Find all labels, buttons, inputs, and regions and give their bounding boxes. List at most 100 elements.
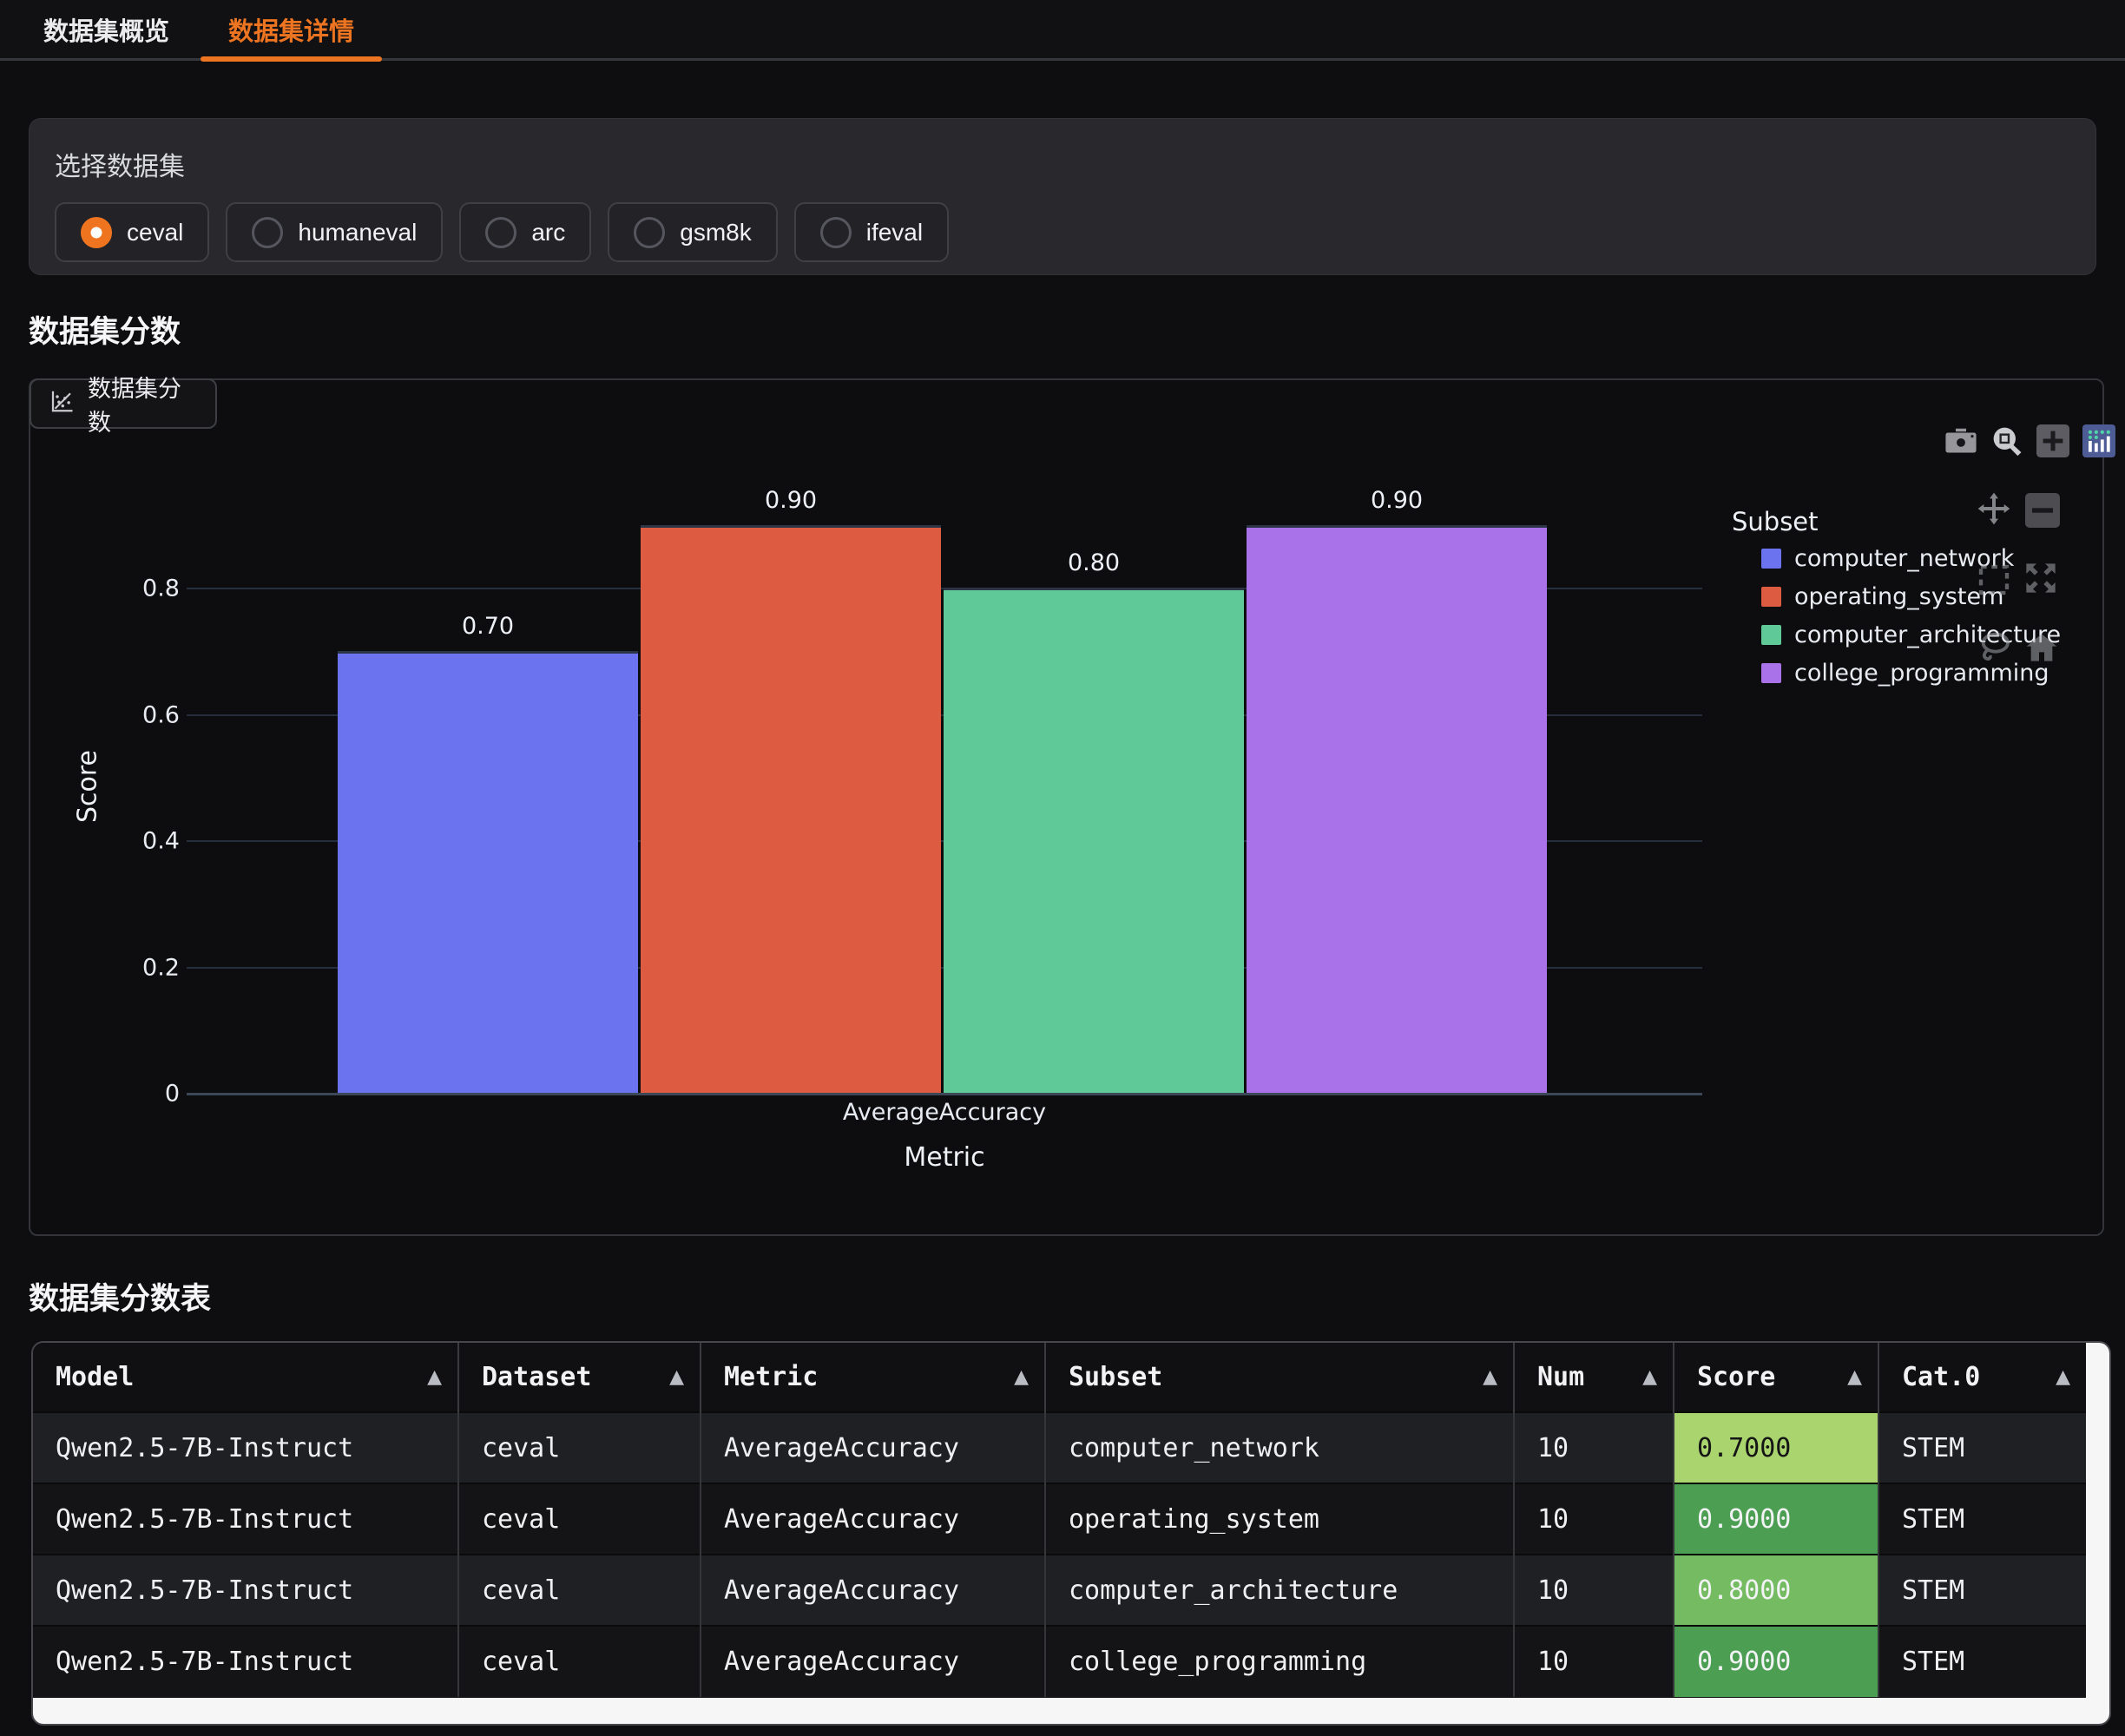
sort-ascending-icon[interactable]: ▲ — [669, 1366, 684, 1388]
sort-ascending-icon[interactable]: ▲ — [1642, 1366, 1657, 1388]
radio-circle-icon — [252, 217, 283, 248]
cell-model: Qwen2.5-7B-Instruct — [33, 1626, 458, 1697]
column-header-dataset[interactable]: Dataset ▲ — [458, 1343, 701, 1412]
cell-dataset: ceval — [458, 1412, 701, 1483]
cell-score: 0.7000 — [1674, 1412, 1878, 1483]
cell-dataset: ceval — [458, 1626, 701, 1697]
cell-model: Qwen2.5-7B-Instruct — [33, 1412, 458, 1483]
tab-dataset-overview[interactable]: 数据集概览 — [14, 0, 199, 58]
sort-ascending-icon[interactable]: ▲ — [427, 1366, 442, 1388]
bar-value-label: 0.80 — [1068, 549, 1120, 576]
tab-label: 数据集详情 — [228, 11, 354, 48]
dataset-selector-panel: 选择数据集 ceval humaneval arc gsm8k ifeval — [29, 118, 2096, 275]
column-header-label: Dataset — [482, 1362, 591, 1392]
column-header-subset[interactable]: Subset ▲ — [1045, 1343, 1514, 1412]
bar-computer_network[interactable] — [338, 651, 638, 1093]
radio-option-label: ifeval — [866, 219, 923, 247]
legend-item-label: computer_architecture — [1794, 621, 2061, 648]
table-vertical-scrollbar[interactable] — [2086, 1343, 2109, 1698]
legend-item-label: operating_system — [1794, 583, 2003, 610]
dataset-option-humaneval[interactable]: humaneval — [226, 202, 443, 262]
autoscale-icon[interactable] — [2023, 561, 2058, 599]
y-tick-label: 0 — [76, 1081, 180, 1108]
pan-icon[interactable] — [1977, 491, 2011, 529]
cell-dataset: ceval — [458, 1483, 701, 1555]
radio-option-label: ceval — [127, 219, 183, 247]
lasso-select-icon[interactable] — [1977, 630, 2012, 668]
scores-table: Model▲Dataset▲Metric▲Subset▲Num▲Score▲Ca… — [33, 1343, 2086, 1697]
radio-circle-icon — [81, 217, 112, 248]
table-row: Qwen2.5-7B-InstructcevalAverageAccuracyc… — [33, 1555, 2086, 1626]
box-select-icon[interactable] — [1977, 562, 2011, 601]
x-axis-line — [187, 1093, 1702, 1095]
cell-score: 0.8000 — [1674, 1555, 1878, 1626]
radio-option-label: gsm8k — [680, 219, 751, 247]
column-header-inner: Metric ▲ — [701, 1362, 1044, 1392]
column-header-inner: Subset ▲ — [1046, 1362, 1513, 1392]
cell-score: 0.9000 — [1674, 1483, 1878, 1555]
cell-num: 10 — [1514, 1626, 1674, 1697]
legend-item-operating_system[interactable]: operating_system — [1761, 583, 2003, 610]
y-tick-label: 0.2 — [76, 954, 180, 981]
cell-subset: college_programming — [1045, 1626, 1514, 1697]
chart-panel: 数据集分数 00.20.40.60.80.700.900.800.90Score… — [29, 378, 2104, 1236]
column-header-label: Score — [1697, 1362, 1775, 1392]
legend-swatch-icon — [1761, 549, 1781, 569]
sort-ascending-icon[interactable]: ▲ — [1483, 1366, 1497, 1388]
cell-metric: AverageAccuracy — [701, 1483, 1045, 1555]
table-section-heading: 数据集分数表 — [29, 1274, 211, 1318]
column-header-cat0[interactable]: Cat.0▲ — [1878, 1343, 2086, 1412]
table-horizontal-scrollbar[interactable] — [33, 1698, 2109, 1724]
column-header-label: Metric — [724, 1362, 818, 1392]
dataset-option-arc[interactable]: arc — [459, 202, 591, 262]
column-header-metric[interactable]: Metric ▲ — [701, 1343, 1045, 1412]
cell-metric: AverageAccuracy — [701, 1412, 1045, 1483]
column-header-inner: Cat.0▲ — [1879, 1362, 2086, 1392]
bar-value-label: 0.90 — [765, 487, 817, 514]
column-header-label: Model — [56, 1362, 134, 1392]
cell-num: 10 — [1514, 1555, 1674, 1626]
column-header-score[interactable]: Score ▲ — [1674, 1343, 1878, 1412]
legend-title: Subset — [1732, 507, 1819, 536]
zoom-out-icon[interactable] — [2025, 493, 2060, 531]
cell-dataset: ceval — [458, 1555, 701, 1626]
sort-ascending-icon[interactable]: ▲ — [1847, 1366, 1862, 1388]
cell-subset: computer_architecture — [1045, 1555, 1514, 1626]
sort-ascending-icon[interactable]: ▲ — [1014, 1366, 1029, 1388]
bar-chart: 00.20.40.60.80.700.900.800.90ScoreAverag… — [30, 380, 2102, 1234]
bar-computer_architecture[interactable] — [944, 588, 1244, 1093]
dataset-option-gsm8k[interactable]: gsm8k — [608, 202, 777, 262]
dataset-selector-label: 选择数据集 — [55, 145, 2070, 183]
bar-operating_system[interactable] — [641, 525, 941, 1093]
radio-circle-icon — [820, 217, 852, 248]
cell-num: 10 — [1514, 1483, 1674, 1555]
legend-swatch-icon — [1761, 663, 1781, 683]
cell-model: Qwen2.5-7B-Instruct — [33, 1555, 458, 1626]
scores-table-container: Model▲Dataset▲Metric▲Subset▲Num▲Score▲Ca… — [31, 1341, 2111, 1726]
legend-swatch-icon — [1761, 587, 1781, 607]
home-icon[interactable] — [2024, 630, 2059, 668]
tab-dataset-details[interactable]: 数据集详情 — [199, 0, 384, 58]
column-header-num[interactable]: Num▲ — [1514, 1343, 1674, 1412]
y-tick-label: 0.6 — [76, 701, 180, 728]
legend-item-computer_architecture[interactable]: computer_architecture — [1761, 621, 2061, 648]
column-header-inner: Model ▲ — [33, 1362, 457, 1392]
column-header-label: Subset — [1069, 1362, 1162, 1392]
bar-college_programming[interactable] — [1247, 525, 1547, 1093]
x-axis-title: Metric — [904, 1142, 984, 1173]
cell-cat0: STEM — [1878, 1412, 2086, 1483]
sort-ascending-icon[interactable]: ▲ — [2056, 1366, 2070, 1388]
radio-option-label: arc — [531, 219, 565, 247]
dataset-option-ifeval[interactable]: ifeval — [794, 202, 949, 262]
table-row: Qwen2.5-7B-InstructcevalAverageAccuracyc… — [33, 1626, 2086, 1697]
scores-table-viewport: Model▲Dataset▲Metric▲Subset▲Num▲Score▲Ca… — [33, 1343, 2086, 1698]
dataset-option-ceval[interactable]: ceval — [55, 202, 209, 262]
table-row: Qwen2.5-7B-InstructcevalAverageAccuracyc… — [33, 1412, 2086, 1483]
tab-label: 数据集概览 — [43, 11, 169, 48]
cell-model: Qwen2.5-7B-Instruct — [33, 1483, 458, 1555]
cell-metric: AverageAccuracy — [701, 1555, 1045, 1626]
dataset-radio-group: ceval humaneval arc gsm8k ifeval — [55, 202, 2070, 262]
column-header-model[interactable]: Model ▲ — [33, 1343, 458, 1412]
cell-cat0: STEM — [1878, 1483, 2086, 1555]
cell-cat0: STEM — [1878, 1555, 2086, 1626]
